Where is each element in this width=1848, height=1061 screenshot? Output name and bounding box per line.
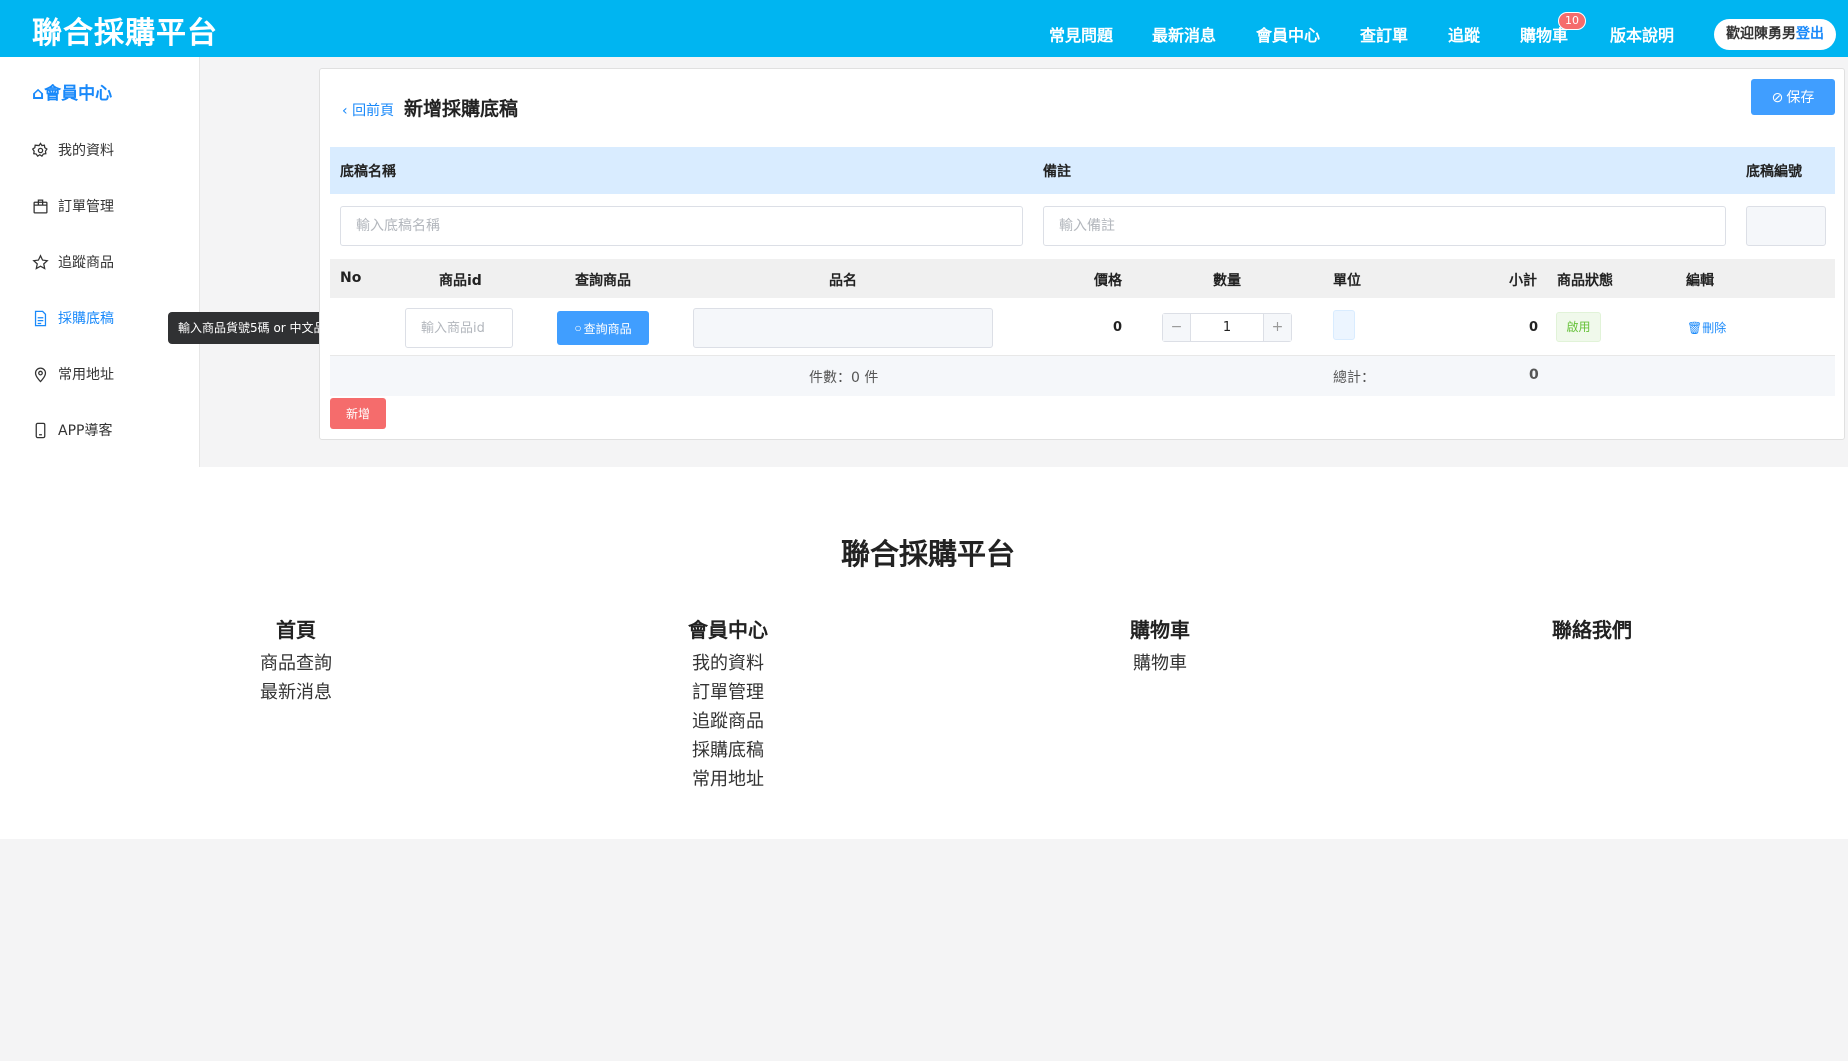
box-icon (33, 198, 48, 214)
site-logo[interactable]: 聯合採購平台 (32, 8, 218, 52)
gear-icon (32, 141, 48, 157)
unit-field[interactable] (1333, 310, 1355, 340)
draft-remark-input[interactable] (1043, 206, 1726, 246)
nav-tracking[interactable]: 追蹤 (1448, 22, 1480, 46)
nav-orders[interactable]: 查訂單 (1360, 22, 1408, 46)
col-unit: 單位 (1333, 273, 1361, 289)
logout-link[interactable]: 登出 (1796, 26, 1824, 42)
save-label: 保存 (1786, 89, 1815, 105)
sidebar-item-tracked[interactable]: 追蹤商品 (32, 252, 114, 272)
col-price: 價格 (1094, 273, 1122, 289)
footer-heading[interactable]: 聯絡我們 (1492, 614, 1692, 643)
chevron-left-icon: ‹ (342, 103, 353, 119)
decrement-button[interactable]: − (1163, 314, 1191, 341)
sidebar-item-purchase-draft[interactable]: 採購底稿 (32, 308, 114, 328)
draft-code-label: 底稿編號 (1746, 164, 1802, 180)
sidebar-item-orders[interactable]: 訂單管理 (32, 196, 114, 216)
footer-link[interactable]: 追蹤商品 (628, 707, 828, 736)
nav-news[interactable]: 最新消息 (1152, 22, 1216, 46)
footer-col-contact: 聯絡我們 (1492, 614, 1692, 649)
total-value: 0 (1529, 367, 1539, 383)
product-name-field (693, 308, 993, 348)
nav-member-center[interactable]: 會員中心 (1256, 22, 1320, 46)
back-link[interactable]: ‹ 回前頁 (342, 100, 394, 120)
footer-link[interactable]: 我的資料 (628, 649, 828, 678)
footer-link[interactable]: 訂單管理 (628, 678, 828, 707)
footer-col-member: 會員中心 我的資料 訂單管理 追蹤商品 採購底稿 常用地址 (628, 614, 828, 794)
footer-col-home: 首頁 商品查詢 最新消息 (196, 614, 396, 707)
draft-code-field (1746, 206, 1826, 246)
col-subtotal: 小計 (1509, 273, 1537, 289)
quantity-stepper[interactable]: − 1 + (1162, 313, 1292, 342)
sidebar-item-address[interactable]: 常用地址 (32, 364, 114, 384)
footer-title: 聯合採購平台 (840, 537, 1015, 571)
draft-remark-label: 備註 (1043, 164, 1071, 180)
nav-version[interactable]: 版本說明 (1610, 22, 1674, 46)
trash-icon: 🗑 (1687, 321, 1703, 335)
subtotal-value: 0 (1529, 320, 1539, 335)
price-value: 0 (1113, 320, 1123, 335)
col-product-id: 商品id (439, 273, 482, 289)
draft-header-band (330, 147, 1835, 194)
back-link-label: 回前頁 (352, 103, 395, 119)
add-row-button[interactable]: 新增 (330, 398, 386, 429)
col-edit: 編輯 (1686, 273, 1714, 289)
user-welcome: 歡迎陳勇男登出 (1714, 19, 1836, 50)
page-title: 新增採購底稿 (404, 98, 519, 120)
location-icon (34, 367, 47, 382)
home-icon: ⌂ (32, 84, 45, 104)
phone-icon (35, 422, 46, 438)
sidebar-title[interactable]: ⌂會員中心 (32, 79, 112, 104)
search-icon: ○ (574, 321, 582, 335)
sidebar-item-label: 訂單管理 (58, 199, 114, 215)
item-count: 件數：0 件 (809, 370, 879, 386)
sidebar-title-label: 會員中心 (44, 84, 113, 104)
sidebar-item-label: 我的資料 (58, 143, 114, 159)
sidebar-item-label: 常用地址 (58, 367, 114, 383)
sidebar-item-profile[interactable]: 我的資料 (32, 140, 114, 160)
sidebar: ⌂會員中心 我的資料 訂單管理 追蹤商品 採購底稿 常用地址 APP導客 (0, 57, 200, 467)
sidebar-item-label: 追蹤商品 (58, 255, 114, 271)
star-icon (32, 253, 49, 270)
col-name: 品名 (829, 273, 857, 289)
sidebar-item-app[interactable]: APP導客 (32, 420, 112, 440)
draft-name-label: 底稿名稱 (340, 164, 396, 180)
status-badge: 啟用 (1556, 312, 1601, 342)
draft-name-input[interactable] (340, 206, 1023, 246)
footer-col-cart: 購物車 購物車 (1060, 614, 1260, 678)
sidebar-item-label: 採購底稿 (58, 311, 114, 327)
col-query: 查詢商品 (575, 273, 631, 289)
footer-link[interactable]: 商品查詢 (196, 649, 396, 678)
top-header: 聯合採購平台 常見問題 最新消息 會員中心 查訂單 追蹤 購物車 10 版本說明… (0, 0, 1848, 57)
product-id-input[interactable] (405, 308, 513, 348)
footer-link[interactable]: 最新消息 (196, 678, 396, 707)
footer-heading: 會員中心 (688, 618, 768, 642)
footer: 聯合採購平台 首頁 商品查詢 最新消息 會員中心 我的資料 訂單管理 追蹤商品 … (0, 467, 1848, 839)
increment-button[interactable]: + (1263, 314, 1291, 341)
welcome-text: 歡迎陳勇男 (1726, 26, 1796, 42)
nav-faq[interactable]: 常見問題 (1049, 22, 1113, 46)
check-circle-icon: ⊘ (1771, 88, 1784, 105)
footer-link[interactable]: 採購底稿 (628, 736, 828, 765)
footer-link[interactable]: 常用地址 (628, 765, 828, 794)
total-label: 總計： (1333, 370, 1375, 386)
col-no: No (340, 270, 362, 286)
col-qty: 數量 (1213, 273, 1241, 289)
document-icon (34, 310, 47, 326)
footer-link[interactable]: 購物車 (1060, 649, 1260, 678)
cart-count-badge: 10 (1558, 12, 1586, 30)
sidebar-item-label: APP導客 (58, 423, 113, 439)
query-label: 查詢商品 (583, 321, 632, 336)
footer-heading: 首頁 (276, 618, 316, 642)
footer-heading: 購物車 (1130, 618, 1190, 642)
summary-row (330, 356, 1835, 396)
quantity-value[interactable]: 1 (1191, 314, 1263, 341)
save-button[interactable]: ⊘ 保存 (1751, 79, 1835, 115)
query-product-button[interactable]: ○ 查詢商品 (557, 311, 649, 345)
delete-label: 刪除 (1702, 321, 1727, 335)
delete-row-button[interactable]: 🗑刪除 (1687, 319, 1726, 336)
col-status: 商品狀態 (1557, 273, 1613, 289)
